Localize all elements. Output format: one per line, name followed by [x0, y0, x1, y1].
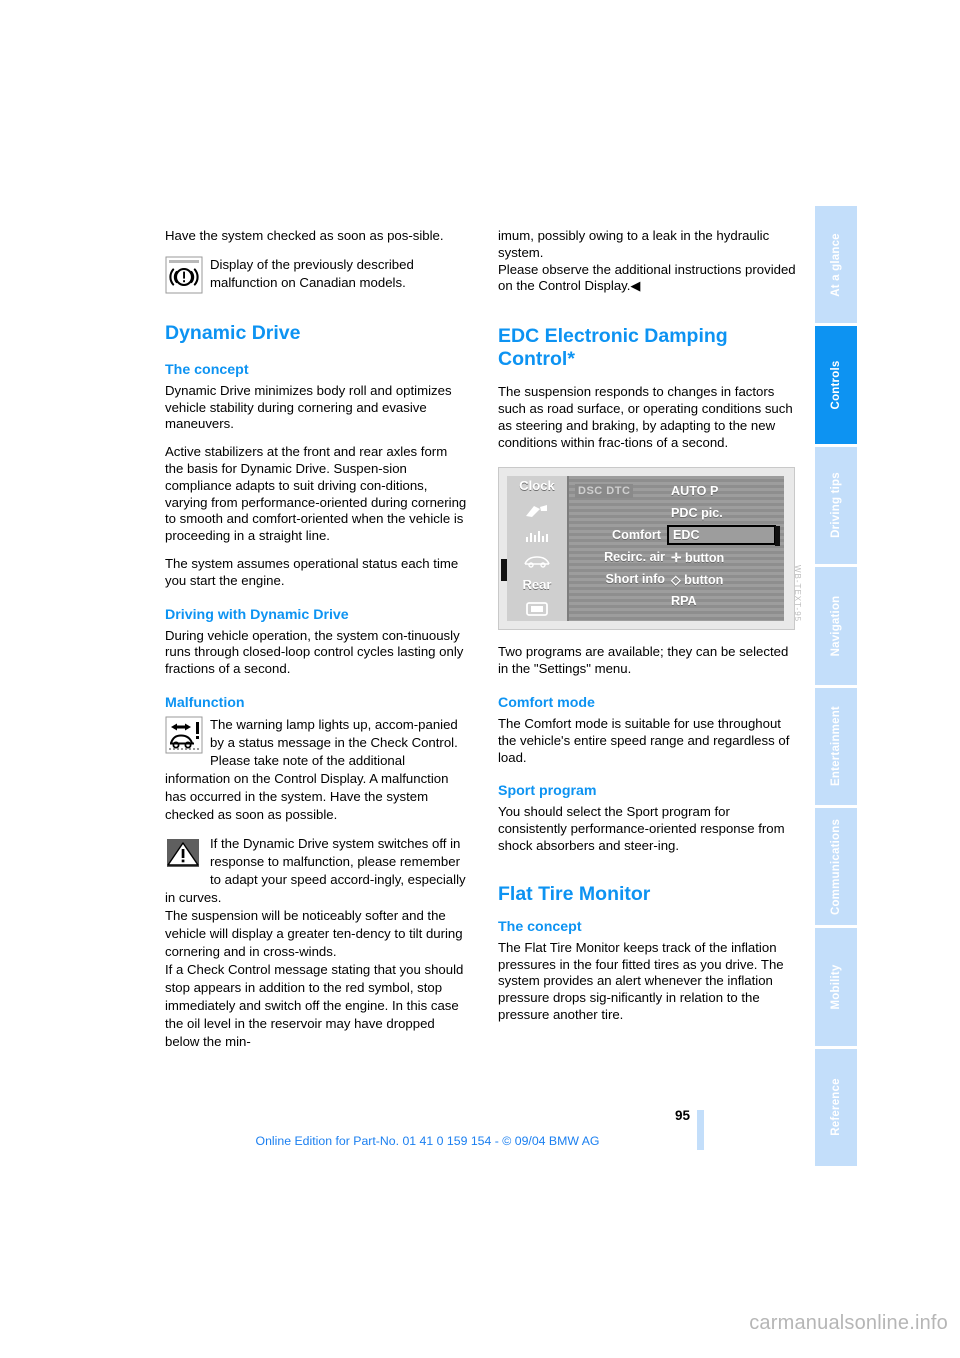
- continuation-paragraph: imum, possibly owing to a leak in the hy…: [498, 228, 796, 294]
- figure-reference-code: WB-TEXT-95: [793, 565, 802, 623]
- display-selection-marker: [775, 526, 780, 547]
- heading-flat-tire-monitor: Flat Tire Monitor: [498, 882, 651, 905]
- display-row-right[interactable]: AUTO P: [671, 484, 776, 498]
- flat-tire-paragraph-1: The Flat Tire Monitor keeps track of the…: [498, 939, 784, 1022]
- heading-malfunction: Malfunction: [165, 694, 245, 711]
- display-equalizer-icon[interactable]: [523, 528, 551, 544]
- sidebar-tab-label: Driving tips: [830, 472, 842, 539]
- display-menu-list: DSC DTC AUTO P PDC pic. Comfort EDC Reci…: [569, 476, 784, 622]
- display-row-selected[interactable]: Comfort EDC: [575, 524, 780, 547]
- heading-dynamic-drive: Dynamic Drive: [165, 321, 301, 344]
- sidebar-tab-label: At a glance: [830, 232, 842, 297]
- display-row-right[interactable]: ✛ button: [671, 550, 776, 565]
- display-row-mid[interactable]: Short info: [606, 572, 665, 586]
- display-row[interactable]: DSC DTC AUTO P: [575, 480, 776, 502]
- footer-accent-bar: [697, 1110, 704, 1150]
- edc-paragraph-1: The suspension responds to changes in fa…: [498, 384, 793, 450]
- sidebar-tab-at-a-glance[interactable]: At a glance: [815, 206, 857, 324]
- dynamic-drive-malfunction-note: The warning lamp lights up, accom-panied…: [165, 716, 468, 824]
- sidebar-tab-label: Mobility: [830, 964, 842, 1010]
- control-display-figure: Clock Rear DSC DTC AUTO P PDC pic. Comfo…: [498, 467, 802, 631]
- dynamic-drive-caution-text: If the Dynamic Drive system switches off…: [165, 835, 466, 1049]
- concept-paragraph-3: The system assumes operational status ea…: [165, 555, 459, 588]
- heading-the-concept: The concept: [165, 361, 249, 378]
- sidebar-tab-navigation[interactable]: Navigation: [815, 567, 857, 685]
- display-row[interactable]: RPA: [575, 590, 776, 612]
- chapter-tab-strip: At a glance Controls Driving tips Naviga…: [815, 206, 857, 1166]
- display-clock-label[interactable]: Clock: [519, 479, 554, 493]
- display-screen-icon[interactable]: [523, 601, 551, 617]
- left-text-column: Have the system checked as soon as pos-s…: [165, 228, 468, 1062]
- comfort-paragraph-1: The Comfort mode is suitable for use thr…: [498, 715, 790, 765]
- control-display-screen: Clock Rear DSC DTC AUTO P PDC pic. Comfo…: [501, 476, 784, 622]
- dynamic-drive-caution-note: If the Dynamic Drive system switches off…: [165, 835, 468, 1051]
- driving-paragraph-1: During vehicle operation, the system con…: [165, 627, 464, 677]
- warning-triangle-icon: [165, 835, 203, 873]
- control-display-bezel: Clock Rear DSC DTC AUTO P PDC pic. Comfo…: [498, 467, 795, 631]
- sidebar-tab-label: Controls: [830, 360, 842, 410]
- dynamic-drive-malfunction-text: The warning lamp lights up, accom-panied…: [165, 716, 458, 822]
- sidebar-tab-label: Navigation: [830, 595, 842, 657]
- brake-warning-note: Display of the previously described malf…: [165, 256, 468, 296]
- display-left-marker: [501, 559, 507, 582]
- sidebar-tab-driving-tips[interactable]: Driving tips: [815, 446, 857, 565]
- display-edc-label[interactable]: EDC: [667, 525, 776, 546]
- footer-edition-note: Online Edition for Part-No. 01 41 0 159 …: [255, 1134, 600, 1148]
- right-text-column: imum, possibly owing to a leak in the hy…: [498, 228, 802, 1035]
- heading-sport-program: Sport program: [498, 783, 597, 800]
- heading-flat-tire-concept: The concept: [498, 918, 582, 935]
- heading-driving-with-dynamic-drive: Driving with Dynamic Drive: [165, 606, 349, 623]
- document-page: At a glance Controls Driving tips Naviga…: [0, 0, 960, 1358]
- sport-paragraph-1: You should select the Sport program for …: [498, 804, 785, 853]
- dynamic-drive-warning-icon: [165, 716, 203, 754]
- concept-paragraph-2: Active stabilizers at the front and rear…: [165, 444, 467, 544]
- page-number: 95: [674, 1108, 690, 1123]
- sidebar-tab-entertainment[interactable]: Entertainment: [815, 687, 857, 805]
- display-vehicle-icon[interactable]: [523, 553, 551, 569]
- sidebar-tab-label: Reference: [830, 1078, 842, 1137]
- edc-paragraph-2: Two programs are available; they can be …: [498, 644, 789, 677]
- display-rear-label[interactable]: Rear: [523, 578, 552, 592]
- display-wiper-icon[interactable]: [523, 503, 551, 519]
- sidebar-tab-label: Entertainment: [830, 706, 842, 787]
- display-comfort-label[interactable]: Comfort: [612, 528, 661, 542]
- display-row[interactable]: PDC pic.: [575, 502, 776, 524]
- display-row-right[interactable]: PDC pic.: [671, 506, 776, 520]
- display-dsc-dtc-tag[interactable]: DSC DTC: [575, 484, 634, 499]
- heading-edc: EDC Electronic Damping Control*: [498, 325, 728, 371]
- intro-paragraph: Have the system checked as soon as pos-s…: [165, 228, 444, 243]
- brake-warning-text: Display of the previously described malf…: [210, 256, 414, 290]
- display-row-right[interactable]: ◇ button: [671, 572, 776, 587]
- site-watermark: carmanualsonline.info: [749, 1312, 948, 1334]
- sidebar-tab-label: Communications: [830, 818, 842, 915]
- display-row-right[interactable]: RPA: [671, 594, 776, 608]
- sidebar-tab-communications[interactable]: Communications: [815, 807, 857, 926]
- sidebar-tab-reference[interactable]: Reference: [815, 1048, 857, 1166]
- concept-paragraph-1: Dynamic Drive minimizes body roll and op…: [165, 382, 452, 432]
- sidebar-tab-mobility[interactable]: Mobility: [815, 928, 857, 1046]
- sidebar-tab-controls[interactable]: Controls: [815, 326, 857, 444]
- display-left-menu[interactable]: Clock Rear: [501, 476, 569, 622]
- brake-warning-icon: [165, 256, 203, 294]
- display-row[interactable]: Recirc. air ✛ button: [575, 546, 776, 568]
- display-row[interactable]: Short info ◇ button: [575, 568, 776, 590]
- heading-comfort-mode: Comfort mode: [498, 694, 595, 711]
- display-row-mid[interactable]: Recirc. air: [604, 550, 665, 564]
